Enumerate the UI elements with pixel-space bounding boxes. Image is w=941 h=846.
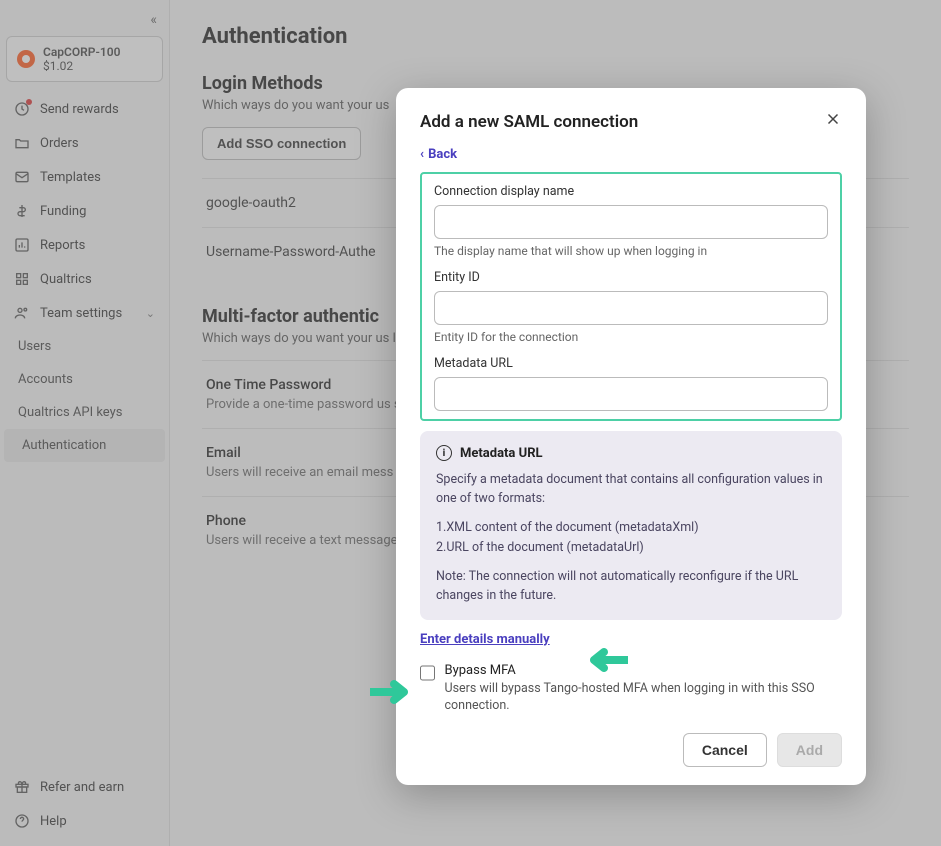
close-icon <box>824 110 842 128</box>
close-button[interactable] <box>824 110 842 133</box>
entity-id-help: Entity ID for the connection <box>434 330 828 344</box>
bypass-mfa-row: Bypass MFA Users will bypass Tango-hoste… <box>420 663 842 715</box>
display-name-input[interactable] <box>434 205 828 239</box>
back-link[interactable]: ‹ Back <box>420 147 842 162</box>
info-note: Note: The connection will not automatica… <box>436 568 826 606</box>
info-icon: i <box>436 445 452 461</box>
info-list-2: 2.URL of the document (metadataUrl) <box>436 539 826 558</box>
bypass-mfa-checkbox[interactable] <box>420 665 435 681</box>
info-paragraph: Specify a metadata document that contain… <box>436 471 826 509</box>
enter-manually-link[interactable]: Enter details manually <box>420 632 550 647</box>
annotation-arrow-icon <box>582 648 628 672</box>
modal-actions: Cancel Add <box>420 733 842 767</box>
metadata-url-label: Metadata URL <box>434 356 828 371</box>
cancel-button[interactable]: Cancel <box>683 733 767 767</box>
display-name-help: The display name that will show up when … <box>434 244 828 258</box>
add-saml-modal: Add a new SAML connection ‹ Back Connect… <box>396 88 866 785</box>
modal-header: Add a new SAML connection <box>420 110 842 133</box>
back-label: Back <box>428 147 457 162</box>
bypass-text: Bypass MFA Users will bypass Tango-hoste… <box>445 663 843 715</box>
modal-title: Add a new SAML connection <box>420 112 638 132</box>
info-list-1: 1.XML content of the document (metadataX… <box>436 519 826 538</box>
entity-id-label: Entity ID <box>434 270 828 285</box>
entity-id-input[interactable] <box>434 291 828 325</box>
highlighted-fields: Connection display name The display name… <box>420 172 842 421</box>
bypass-desc: Users will bypass Tango-hosted MFA when … <box>445 680 843 715</box>
metadata-info-panel: i Metadata URL Specify a metadata docume… <box>420 431 842 620</box>
add-button[interactable]: Add <box>777 733 842 767</box>
bypass-title: Bypass MFA <box>445 663 843 678</box>
display-name-field: Connection display name The display name… <box>434 184 828 258</box>
info-heading-row: i Metadata URL <box>436 445 826 461</box>
chevron-left-icon: ‹ <box>420 147 424 162</box>
annotation-arrow-icon <box>370 680 416 704</box>
metadata-url-input[interactable] <box>434 377 828 411</box>
info-heading: Metadata URL <box>460 446 543 461</box>
entity-id-field: Entity ID Entity ID for the connection <box>434 270 828 344</box>
metadata-url-field: Metadata URL <box>434 356 828 411</box>
display-name-label: Connection display name <box>434 184 828 199</box>
